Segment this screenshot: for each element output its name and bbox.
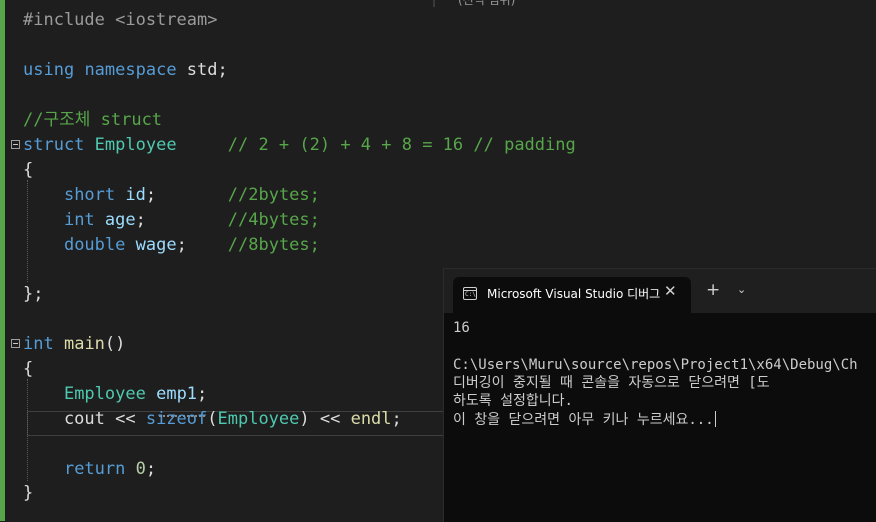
code-token: ; <box>391 409 402 429</box>
code-token: //2bytes; <box>227 185 320 205</box>
code-token: //8bytes; <box>227 235 320 255</box>
code-line-17: cout << sizeof(Employee) << endl; <box>23 407 402 432</box>
close-icon[interactable]: ✕ <box>664 282 677 300</box>
code-token: ( <box>207 409 218 429</box>
code-token: int <box>23 334 54 354</box>
console-output-message-2: 하도록 설정합니다. <box>453 393 573 409</box>
text-caret <box>714 411 716 427</box>
top-toolbar-strip: (전역 범위) <box>0 0 876 8</box>
code-token: std; <box>176 60 228 80</box>
code-token: short <box>63 185 116 205</box>
console-output-prompt: 이 창을 닫으려면 아무 키나 누르세요... <box>453 411 716 428</box>
code-line-16: Employee emp1; <box>23 382 207 407</box>
code-line-6: struct Employee // 2 + (2) + 4 + 8 = 16 … <box>23 133 576 158</box>
code-token: id <box>125 185 146 205</box>
fold-toggle-main[interactable] <box>11 339 20 348</box>
toolbar-separator <box>433 0 435 7</box>
console-tab-title: Microsoft Visual Studio 디버그 <box>487 287 661 301</box>
code-token: //4bytes; <box>227 210 320 230</box>
code-token: ; <box>145 185 228 205</box>
code-line-10: double wage; //8bytes; <box>23 233 320 258</box>
code-token: Employee <box>94 135 177 155</box>
code-token: ) << <box>299 409 351 429</box>
code-token: sizeof <box>145 409 208 429</box>
terminal-icon: C:\ <box>463 287 477 300</box>
code-line-12: }; <box>23 282 43 307</box>
code-token: { <box>23 160 34 180</box>
code-line-5: //구조체 struct <box>23 108 162 133</box>
code-token: double <box>63 235 126 255</box>
code-token: using <box>23 60 75 80</box>
code-token: namespace <box>84 60 177 80</box>
code-token: ; <box>197 384 208 404</box>
console-tab[interactable]: C:\ Microsoft Visual Studio 디버그 ✕ <box>453 277 691 313</box>
code-token: ; <box>135 210 228 230</box>
code-token: ; <box>176 235 228 255</box>
code-token: main <box>63 334 105 354</box>
code-token: emp1 <box>156 384 198 404</box>
console-output-result: 16 <box>453 320 470 336</box>
code-line-1: #include <iostream> <box>23 8 217 33</box>
code-token: } <box>23 483 34 503</box>
fold-toggle-struct[interactable] <box>11 140 20 149</box>
code-token: }; <box>23 284 44 304</box>
code-token: return <box>63 459 126 479</box>
code-token: #include <iostream> <box>23 10 218 30</box>
plus-icon[interactable]: + <box>706 280 720 300</box>
code-token: ; <box>145 459 157 479</box>
code-token: Employee <box>63 384 146 404</box>
code-line-20: } <box>23 481 33 506</box>
code-token: 0 <box>135 459 146 479</box>
console-output-path: C:\Users\Muru\source\repos\Project1\x64\… <box>453 357 858 373</box>
scope-dropdown-fragment[interactable]: (전역 범위) <box>458 0 515 8</box>
code-token: { <box>23 359 34 379</box>
code-token: endl <box>350 409 392 429</box>
code-line-19: return 0; <box>23 457 156 482</box>
console-titlebar: C:\ Microsoft Visual Studio 디버그 ✕ + ⌄ <box>444 269 876 313</box>
code-line-9: int age; //4bytes; <box>23 208 320 233</box>
code-line-14: int main() <box>23 332 125 357</box>
code-token: () <box>104 334 126 354</box>
code-token: age <box>104 210 136 230</box>
code-token: // 2 + (2) + 4 + 8 = 16 // padding <box>227 135 576 155</box>
code-token: Employee <box>217 409 300 429</box>
code-line-3: using namespace std; <box>23 58 228 83</box>
code-line-15: { <box>23 357 33 382</box>
code-token: cout << <box>23 409 146 429</box>
code-token: //구조체 struct <box>23 110 163 130</box>
code-line-7: { <box>23 158 33 183</box>
debug-console-window[interactable]: C:\ Microsoft Visual Studio 디버그 ✕ + ⌄ 16… <box>443 268 876 522</box>
code-line-8: short id; //2bytes; <box>23 183 320 208</box>
code-token: wage <box>135 235 177 255</box>
code-token: struct <box>23 135 85 155</box>
console-output-message-1: 디버깅이 중지될 때 콘솔을 자동으로 닫으려면 [도 <box>453 375 770 391</box>
chevron-down-icon[interactable]: ⌄ <box>737 283 746 296</box>
code-token: int <box>63 210 95 230</box>
